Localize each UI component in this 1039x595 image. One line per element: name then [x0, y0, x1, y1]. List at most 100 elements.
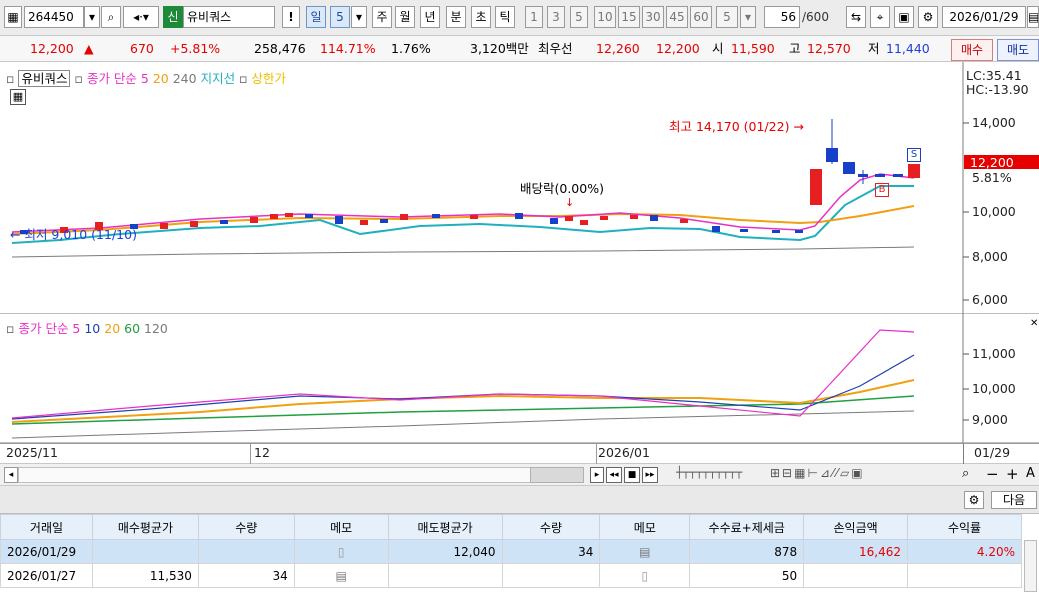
buy-signal-marker[interactable]: B: [875, 183, 889, 197]
xaxis-label-jan: 2026/01: [598, 445, 650, 460]
col-return[interactable]: 수익률: [907, 514, 1022, 540]
legend-ma-10[interactable]: 10: [84, 321, 100, 336]
legend-ma-60[interactable]: 60: [124, 321, 140, 336]
interval-10[interactable]: 10: [594, 6, 616, 28]
fast-forward-icon[interactable]: ▸▸: [642, 467, 658, 483]
table-vertical-scrollbar[interactable]: [1024, 540, 1037, 592]
col-buy-qty[interactable]: 수량: [197, 514, 295, 540]
period-day-tab[interactable]: 일: [306, 6, 326, 28]
col-pnl[interactable]: 손익금액: [803, 514, 909, 540]
period-week-tab[interactable]: 주: [372, 6, 392, 28]
zoom-in-icon[interactable]: +: [1006, 465, 1019, 483]
next-button[interactable]: 다음: [991, 491, 1037, 509]
window-menu-icon[interactable]: ▦: [4, 6, 22, 28]
cell-pnl: [803, 563, 909, 588]
scroll-right-icon[interactable]: ▸: [590, 467, 604, 483]
stop-icon[interactable]: ■: [624, 467, 640, 483]
interval-15[interactable]: 15: [618, 6, 640, 28]
pane-close-icon[interactable]: ✕: [1030, 318, 1038, 329]
text-tool-icon[interactable]: A: [1026, 466, 1035, 481]
period-second-tab[interactable]: 초: [471, 6, 491, 28]
period-dropdown-icon[interactable]: ▾: [351, 6, 367, 28]
interval-30[interactable]: 30: [642, 6, 664, 28]
cell-date: 2026/01/27: [0, 563, 93, 588]
ma-tick-10000: 10,000: [972, 381, 1016, 396]
col-sell-memo[interactable]: 메모: [599, 514, 691, 540]
warning-button[interactable]: !: [282, 6, 300, 28]
period-tick-tab[interactable]: 틱: [495, 6, 515, 28]
history-icon[interactable]: ◂·▾: [123, 6, 159, 28]
rewind-icon[interactable]: ◂◂: [606, 467, 622, 483]
memo-empty-icon[interactable]: ▯: [293, 539, 389, 564]
period-minute-tab[interactable]: 분: [446, 6, 466, 28]
price-tick-pct: 5.81%: [972, 170, 1012, 185]
legend-ma20[interactable]: 20: [153, 71, 169, 86]
scroll-left-icon[interactable]: ◂: [4, 467, 18, 483]
legend-ma-120[interactable]: 120: [144, 321, 168, 336]
legend-stock-name[interactable]: 유비쿼스: [18, 70, 71, 87]
col-buy-avg[interactable]: 매수평균가: [91, 514, 199, 540]
sell-signal-marker[interactable]: S: [907, 148, 921, 162]
save-icon[interactable]: ▣: [894, 6, 914, 28]
chart-scroll-row: ◂ ▸ ◂◂ ■ ▸▸ ┼┬┬┬┬┬┬┬┬┬ ⊞⊟▦⊢⊿⁄⁄▱▣ ⌕ − + A: [0, 464, 1039, 486]
price-tick-14000: 14,000: [972, 115, 1016, 130]
legend-ma-20[interactable]: 20: [104, 321, 120, 336]
interval-dropdown-icon[interactable]: ▾: [740, 6, 756, 28]
bar-count-input[interactable]: 56: [764, 6, 800, 28]
price-change-pct: +5.81%: [170, 41, 221, 56]
moving-average-pane[interactable]: ▫ 종가 단순 5 10 20 60 120 11,000 10,000 9,0…: [0, 314, 1039, 443]
interval-1[interactable]: 1: [525, 6, 543, 28]
legend-ma240[interactable]: 240: [173, 71, 197, 86]
cell-fees: 878: [689, 539, 805, 564]
code-dropdown-icon[interactable]: ▾: [84, 6, 100, 28]
table-settings-icon[interactable]: ⚙: [964, 491, 984, 509]
period-month-tab[interactable]: 월: [395, 6, 415, 28]
dividend-annotation: 배당락(0.00%): [520, 181, 604, 196]
legend-support[interactable]: 지지선: [201, 71, 236, 86]
drawing-tools-icons[interactable]: ⊞⊟▦⊢⊿⁄⁄▱▣: [770, 466, 865, 480]
horizontal-scrollbar[interactable]: [18, 467, 584, 483]
search-icon[interactable]: ⌕: [101, 6, 121, 28]
stock-code-input[interactable]: 264450: [24, 6, 84, 28]
lc-label: LC:35.41: [966, 68, 1022, 83]
table-row[interactable]: 2026/01/29 ▯ 12,040 34 ▤ 878 16,462 4.20…: [0, 539, 1022, 564]
scrollbar-thumb[interactable]: [530, 467, 584, 483]
col-sell-avg[interactable]: 매도평균가: [387, 514, 503, 540]
legend-ma5[interactable]: 종가 단순 5: [87, 71, 149, 86]
interval-5[interactable]: 5: [570, 6, 588, 28]
crosshair-icon[interactable]: ⌖: [870, 6, 890, 28]
cell-return: 4.20%: [907, 539, 1022, 564]
zoom-out-icon[interactable]: −: [986, 465, 999, 483]
interval-3[interactable]: 3: [547, 6, 565, 28]
period-year-tab[interactable]: 년: [420, 6, 440, 28]
interval-60[interactable]: 60: [690, 6, 712, 28]
interval-45[interactable]: 45: [666, 6, 688, 28]
low-label: 저: [868, 41, 880, 56]
magnify-icon[interactable]: ⌕: [962, 466, 969, 481]
zoom-slider[interactable]: ┼┬┬┬┬┬┬┬┬┬: [676, 466, 762, 484]
memo-edit-icon[interactable]: ▤: [599, 539, 691, 564]
buy-button[interactable]: 매수: [951, 39, 993, 61]
chart-grid-icon[interactable]: ▦: [10, 89, 26, 105]
legend-ma-5[interactable]: 종가 단순 5: [18, 321, 80, 336]
memo-empty-icon[interactable]: ▯: [599, 563, 691, 588]
interval-custom[interactable]: 5: [716, 6, 738, 28]
sell-button[interactable]: 매도: [997, 39, 1039, 61]
col-sell-qty[interactable]: 수량: [501, 514, 601, 540]
memo-edit-icon[interactable]: ▤: [293, 563, 389, 588]
date-input[interactable]: 2026/01/29: [942, 6, 1026, 28]
legend-upper-limit[interactable]: 상한가: [252, 71, 287, 86]
price-tick-6000: 6,000: [972, 292, 1008, 307]
zoom-icon[interactable]: ⇆: [846, 6, 866, 28]
stock-name-field[interactable]: 유비쿼스: [183, 6, 275, 28]
period-count-select[interactable]: 5: [330, 6, 350, 28]
col-buy-memo[interactable]: 메모: [293, 514, 389, 540]
calendar-icon[interactable]: ▤: [1027, 6, 1039, 28]
best-quote-label: 최우선: [538, 41, 573, 56]
ma-legend: ▫ 종가 단순 5 10 20 60 120: [6, 321, 168, 336]
settings-gear-icon[interactable]: ⚙: [918, 6, 938, 28]
table-row[interactable]: 2026/01/27 11,530 34 ▤ ▯ 50: [0, 563, 1022, 588]
col-fees[interactable]: 수수료+제세금: [689, 514, 805, 540]
col-trade-date[interactable]: 거래일: [0, 514, 93, 540]
price-chart-pane[interactable]: ▫ 유비쿼스 ▫ 종가 단순 5 20 240 지지선 ▫ 상한가 ▦ LC:3…: [0, 62, 1039, 314]
